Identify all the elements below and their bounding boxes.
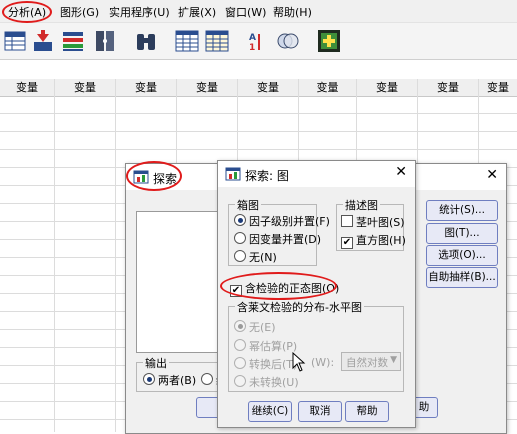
stem-leaf-label: 茎叶图(S) xyxy=(356,216,405,229)
boxplot-none-label: 无(N) xyxy=(249,251,277,264)
table-chart-icon[interactable] xyxy=(2,28,28,54)
column-header[interactable]: 变量 xyxy=(357,79,418,97)
column-header[interactable]: 变量 xyxy=(0,79,55,97)
menu-help[interactable]: 帮助(H) xyxy=(273,4,312,20)
histogram-checkbox[interactable]: ✔ 直方图(H) xyxy=(341,232,406,249)
column-header[interactable]: 变量 xyxy=(177,79,238,97)
binoculars-icon[interactable] xyxy=(133,28,159,54)
column-header[interactable]: 变量 xyxy=(55,79,116,97)
power-estimation-radio[interactable]: 幂估算(P) xyxy=(234,338,297,354)
dependents-radio[interactable]: 因变量并置(D) xyxy=(234,231,321,247)
mouse-cursor-icon xyxy=(292,352,306,372)
bootstrap-button[interactable]: 自助抽样(B)... xyxy=(426,267,498,288)
untransformed-label: 未转换(U) xyxy=(249,376,299,389)
column-header[interactable]: 变量 xyxy=(299,79,357,97)
variable-source-list[interactable] xyxy=(136,211,222,353)
plus-square-icon[interactable] xyxy=(316,28,342,54)
toolbar: A 1 xyxy=(0,23,517,60)
highlight-oval-explore-title xyxy=(126,161,182,191)
value-labels-icon[interactable] xyxy=(204,28,230,54)
close-icon[interactable]: ✕ xyxy=(395,164,407,180)
output-group: 输出 两者(B) 统 xyxy=(136,355,227,392)
chevron-down-icon: ▼ xyxy=(390,355,397,365)
power-select[interactable]: 自然对数 ▼ xyxy=(341,352,401,371)
help-button[interactable]: 帮助 xyxy=(345,401,389,422)
factor-levels-label: 因子级别并置(F) xyxy=(249,215,330,228)
continue-button[interactable]: 继续(C) xyxy=(248,401,292,422)
spss-app-icon xyxy=(225,167,241,181)
cancel-button[interactable]: 取消 xyxy=(298,401,342,422)
grid-row-line xyxy=(0,149,517,150)
power-select-value: 自然对数 xyxy=(346,357,388,369)
boxplot-group-label: 箱图 xyxy=(235,197,261,213)
column-header[interactable]: 变量 xyxy=(238,79,299,97)
spread-level-group: 含莱文检验的分布-水平图 无(E) 幂估算(P) 转换后(T) (W): 自然对… xyxy=(228,299,404,392)
histogram-label: 直方图(H) xyxy=(356,234,406,247)
untransformed-radio[interactable]: 未转换(U) xyxy=(234,374,299,390)
output-both-radio[interactable]: 两者(B) xyxy=(143,372,196,388)
boxplot-group: 箱图 因子级别并置(F) 因变量并置(D) 无(N) xyxy=(228,197,330,266)
options-button[interactable]: 选项(O)... xyxy=(426,245,498,266)
svg-text:1: 1 xyxy=(249,43,255,53)
spread-level-group-label: 含莱文检验的分布-水平图 xyxy=(235,299,364,315)
highlight-oval-normality xyxy=(220,272,337,300)
grid-row-line xyxy=(0,113,517,114)
grid-col-line xyxy=(54,79,55,432)
svg-text:A: A xyxy=(249,33,256,43)
menu-window[interactable]: 窗口(W) xyxy=(225,4,266,20)
grid-col-line xyxy=(115,79,116,432)
weight-cases-icon[interactable]: A 1 xyxy=(245,28,271,54)
descriptive-group-label: 描述图 xyxy=(343,197,380,213)
output-both-label: 两者(B) xyxy=(158,374,197,387)
split-file-icon[interactable] xyxy=(92,28,118,54)
grid-row-line xyxy=(0,131,517,132)
transformed-label: 转换后(T) xyxy=(249,358,298,371)
statistics-button[interactable]: 统计(S)... xyxy=(426,200,498,221)
plots-title: 探索: 图 xyxy=(245,169,289,183)
variable-list-icon[interactable] xyxy=(60,28,86,54)
menu-extensions[interactable]: 扩展(X) xyxy=(178,4,216,20)
menu-utilities[interactable]: 实用程序(U) xyxy=(109,4,170,20)
transformed-radio[interactable]: 转换后(T) xyxy=(234,356,297,372)
stem-leaf-checkbox[interactable]: 茎叶图(S) xyxy=(341,214,405,230)
spread-none-label: 无(E) xyxy=(249,321,276,334)
factor-levels-radio[interactable]: 因子级别并置(F) xyxy=(234,213,330,229)
power-estimation-label: 幂估算(P) xyxy=(249,340,298,353)
spread-none-radio[interactable]: 无(E) xyxy=(234,319,276,335)
dependents-label: 因变量并置(D) xyxy=(249,233,322,246)
output-group-label: 输出 xyxy=(143,355,169,371)
menu-bar: 分析(A) 图形(G) 实用程序(U) 扩展(X) 窗口(W) 帮助(H) xyxy=(0,0,517,23)
highlight-oval-analyze xyxy=(2,1,52,23)
plots-button[interactable]: 图(T)... xyxy=(426,223,498,244)
column-header[interactable]: 变量 xyxy=(479,79,517,97)
import-arrow-icon[interactable] xyxy=(30,28,56,54)
grid-table-icon[interactable] xyxy=(174,28,200,54)
plots-titlebar: 探索: 图 ✕ xyxy=(218,161,415,187)
descriptive-group: 描述图 茎叶图(S) ✔ 直方图(H) xyxy=(336,197,406,251)
close-icon[interactable]: ✕ xyxy=(486,167,498,183)
boxplot-none-radio[interactable]: 无(N) xyxy=(234,249,277,265)
power-label: (W): xyxy=(311,356,335,369)
venn-circles-icon[interactable] xyxy=(275,28,301,54)
column-header[interactable]: 变量 xyxy=(116,79,177,97)
column-header[interactable]: 变量 xyxy=(418,79,479,97)
menu-graphs[interactable]: 图形(G) xyxy=(60,4,99,20)
